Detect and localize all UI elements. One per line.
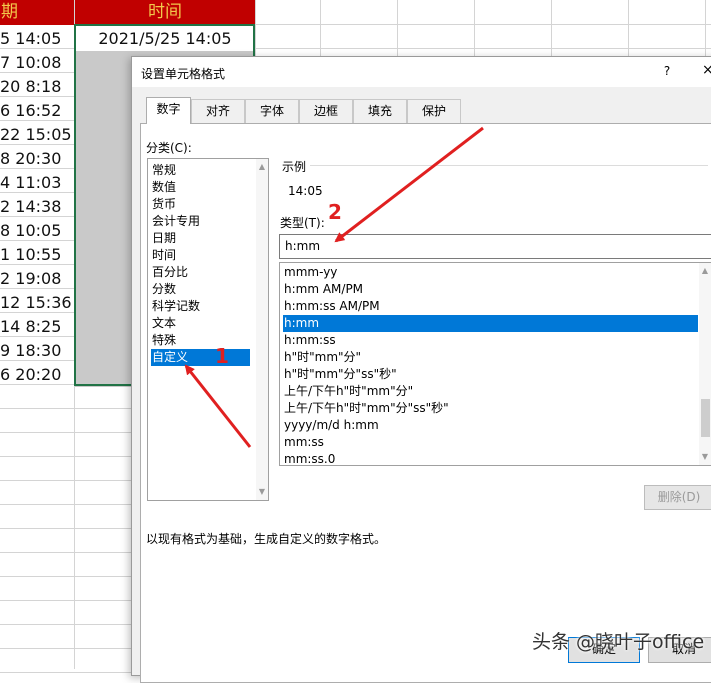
format-item[interactable]: h"时"mm"分"ss"秒": [283, 366, 698, 383]
category-item[interactable]: 会计专用: [151, 213, 250, 230]
format-item[interactable]: h:mm:ss: [283, 332, 698, 349]
sample-label: 示例: [282, 160, 307, 174]
scroll-up-icon[interactable]: ▲: [256, 160, 268, 174]
format-list[interactable]: mmm-yy h:mm AM/PM h:mm:ss AM/PM h:mm h:mm:ss…: [279, 262, 711, 466]
cell-date[interactable]: 4 11:03: [0, 171, 74, 195]
dialog-title: 设置单元格格式: [141, 67, 226, 81]
scroll-down-icon[interactable]: ▼: [256, 485, 268, 499]
column-header-time[interactable]: 时间: [75, 0, 255, 25]
cell-date[interactable]: 12 15:36: [0, 291, 74, 315]
scroll-down-icon[interactable]: ▼: [699, 450, 711, 464]
tab-fill[interactable]: 填充: [353, 99, 407, 123]
category-scrollbar[interactable]: ▲ ▼: [256, 159, 268, 500]
format-item[interactable]: 上午/下午h"时"mm"分"ss"秒": [283, 400, 698, 417]
format-item[interactable]: mm:ss: [283, 434, 698, 451]
format-item[interactable]: h:mm AM/PM: [283, 281, 698, 298]
cell-date[interactable]: 2 14:38: [0, 195, 74, 219]
format-item[interactable]: h"时"mm"分": [283, 349, 698, 366]
description-text: 以现有格式为基础，生成自定义的数字格式。: [146, 532, 387, 546]
format-scrollbar[interactable]: ▲ ▼: [699, 263, 711, 465]
delete-button[interactable]: 删除(D): [644, 485, 711, 510]
format-item[interactable]: mm:ss.0: [283, 451, 698, 465]
format-item[interactable]: mmm-yy: [283, 264, 698, 281]
cell-date[interactable]: 8 10:05: [0, 219, 74, 243]
format-item[interactable]: 上午/下午h"时"mm"分": [283, 383, 698, 400]
format-cells-dialog: 设置单元格格式 ? × 数字 对齐 字体 边框 填充 保护 分类(C): 常规数…: [131, 56, 711, 683]
category-item[interactable]: 日期: [151, 230, 250, 247]
tab-alignment[interactable]: 对齐: [191, 99, 245, 123]
cell-date[interactable]: 9 18:30: [0, 339, 74, 363]
sample-value: 14:05: [288, 184, 323, 198]
format-item[interactable]: h:mm: [283, 315, 698, 332]
format-item[interactable]: yyyy/m/d h:mm: [283, 417, 698, 434]
category-item[interactable]: 科学记数: [151, 298, 250, 315]
scroll-up-icon[interactable]: ▲: [699, 264, 711, 278]
category-label: 分类(C):: [146, 141, 192, 155]
category-item[interactable]: 数值: [151, 179, 250, 196]
cell-date[interactable]: 8 20:30: [0, 147, 74, 171]
help-button[interactable]: ?: [660, 64, 674, 78]
cell-date[interactable]: 22 15:05: [0, 123, 74, 147]
cell-date[interactable]: 5 14:05: [0, 27, 74, 51]
ok-button[interactable]: 确定: [568, 637, 640, 663]
tab-protection[interactable]: 保护: [407, 99, 461, 123]
cell-date[interactable]: 14 8:25: [0, 315, 74, 339]
cell-time[interactable]: 2021/5/25 14:05: [75, 27, 255, 51]
category-item[interactable]: 百分比: [151, 264, 250, 281]
dialog-titlebar[interactable]: 设置单元格格式 ? ×: [132, 57, 711, 87]
category-item[interactable]: 文本: [151, 315, 250, 332]
tab-border[interactable]: 边框: [299, 99, 353, 123]
category-item[interactable]: 时间: [151, 247, 250, 264]
cell-date[interactable]: 2 19:08: [0, 267, 74, 291]
type-label: 类型(T):: [280, 216, 325, 230]
category-item[interactable]: 货币: [151, 196, 250, 213]
cell-date[interactable]: 20 8:18: [0, 75, 74, 99]
format-item[interactable]: h:mm:ss AM/PM: [283, 298, 698, 315]
cancel-button[interactable]: 取消: [648, 637, 711, 663]
sample-group-line: [310, 165, 708, 166]
tab-number[interactable]: 数字: [146, 97, 191, 124]
column-header-date[interactable]: 期: [0, 0, 74, 25]
cell-date[interactable]: 1 10:55: [0, 243, 74, 267]
category-item[interactable]: 分数: [151, 281, 250, 298]
category-item[interactable]: 常规: [151, 162, 250, 179]
cell-date[interactable]: 6 16:52: [0, 99, 74, 123]
scroll-thumb[interactable]: [701, 399, 710, 437]
close-button[interactable]: ×: [702, 62, 711, 78]
category-item[interactable]: 自定义: [151, 349, 250, 366]
tab-font[interactable]: 字体: [245, 99, 299, 123]
category-item[interactable]: 特殊: [151, 332, 250, 349]
cell-date[interactable]: 6 20:20: [0, 363, 74, 387]
type-input[interactable]: h:mm: [279, 234, 711, 259]
cell-date[interactable]: 7 10:08: [0, 51, 74, 75]
category-list[interactable]: 常规 数值 货币 会计专用 日期 时间 百分比 分数 科学记数 文本 特殊 自定义 ▲ ▼: [147, 158, 269, 501]
